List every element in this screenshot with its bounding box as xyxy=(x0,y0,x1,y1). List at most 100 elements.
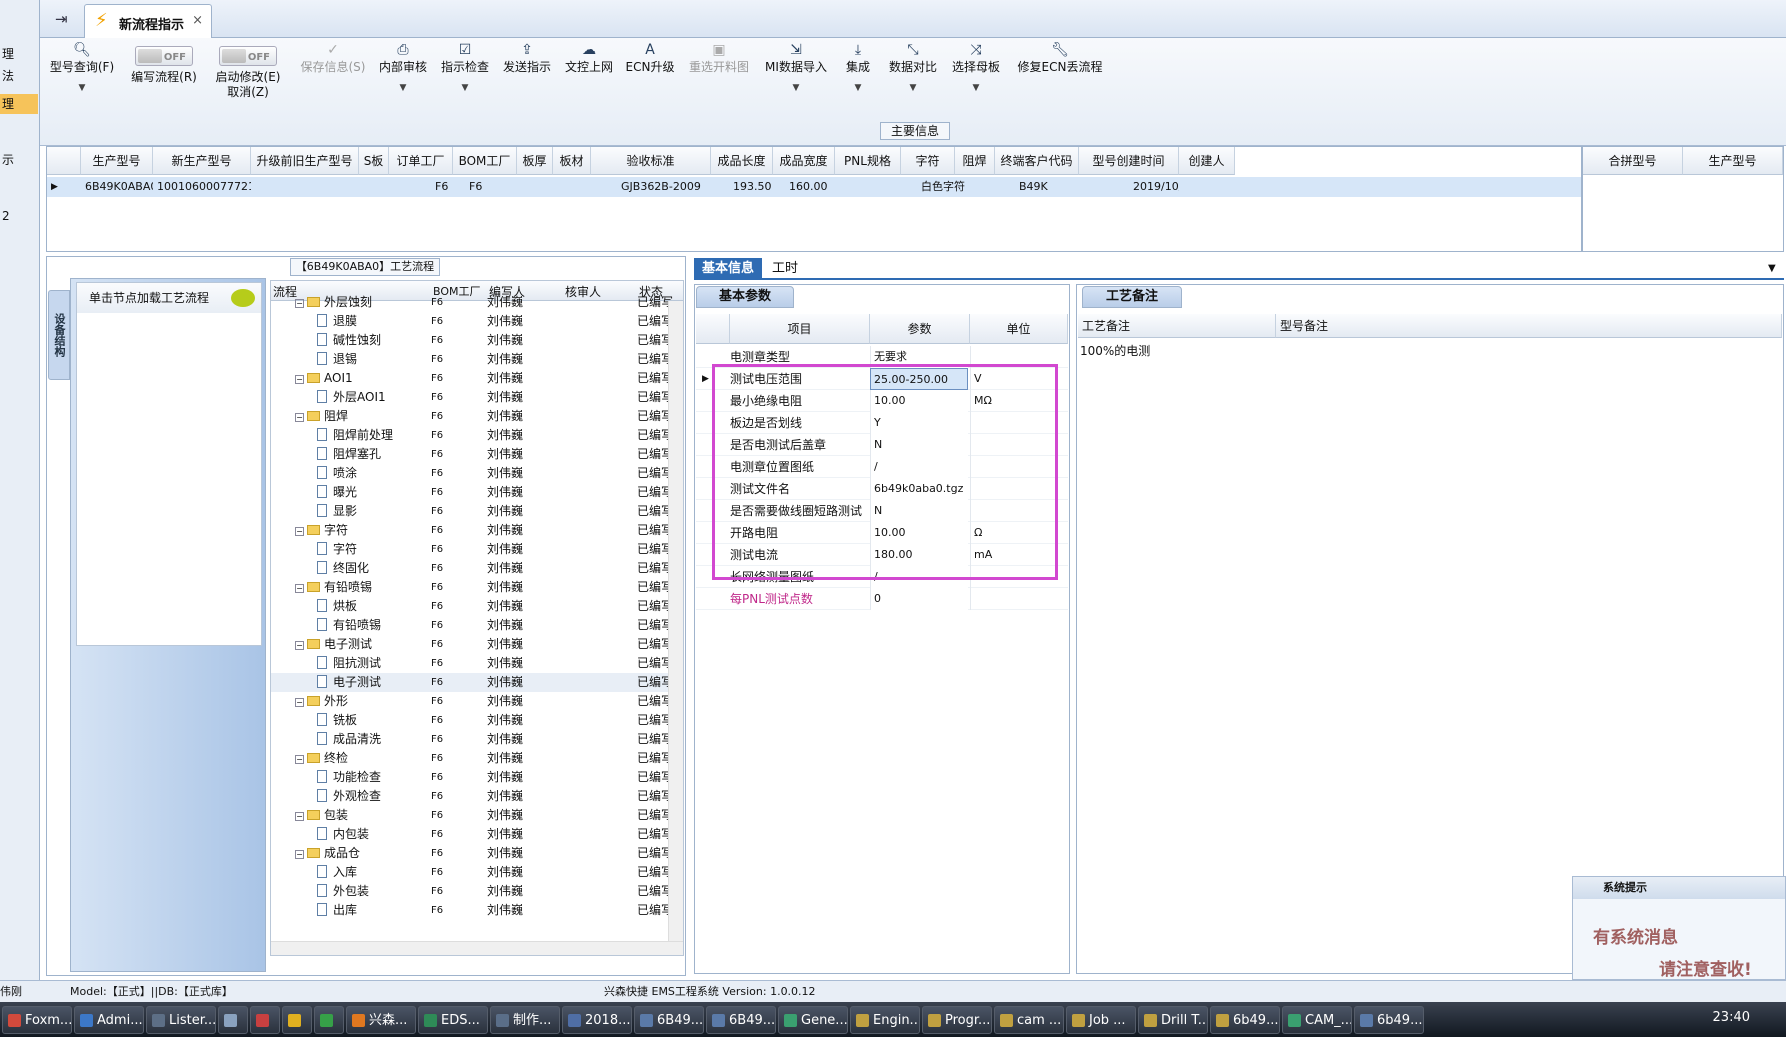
tree-node[interactable]: 喷涂 xyxy=(317,464,357,483)
tree-row[interactable]: 有铅喷锡 F6 刘伟巍 已编写 xyxy=(271,616,673,635)
device-structure-tab[interactable]: 设备结构 xyxy=(48,290,70,380)
tree-node[interactable]: 电子测试 xyxy=(317,673,381,692)
tree-node[interactable]: 终固化 xyxy=(317,559,369,578)
write-process-toggle[interactable]: OFF 编写流程(R) xyxy=(124,38,204,138)
param-value[interactable]: 0 xyxy=(870,588,968,610)
taskbar-item[interactable]: 6B49... xyxy=(634,1006,704,1034)
tree-row[interactable]: − 字符 F6 刘伟巍 已编写 xyxy=(271,521,673,540)
chevron-down-icon[interactable]: ▼ xyxy=(374,81,432,96)
tree-node[interactable]: 阻抗测试 xyxy=(317,654,381,673)
tree-node[interactable]: 碱性蚀刻 xyxy=(317,331,381,350)
taskbar-item[interactable]: Gene... xyxy=(778,1006,848,1034)
close-icon[interactable]: × xyxy=(192,13,203,28)
column-header[interactable]: 生产型号 xyxy=(81,147,153,175)
tree-row[interactable]: 喷涂 F6 刘伟巍 已编写 xyxy=(271,464,673,483)
tree-node[interactable]: − 电子测试 xyxy=(295,635,372,654)
column-header[interactable]: 新生产型号 xyxy=(153,147,251,175)
column-header[interactable]: 字符 xyxy=(901,147,955,175)
column-header[interactable]: 阻焊 xyxy=(955,147,995,175)
process-note-text[interactable]: 100%的电测 xyxy=(1080,342,1150,359)
tree-row[interactable]: 曝光 F6 刘伟巍 已编写 xyxy=(271,483,673,502)
chevron-down-icon[interactable]: ▼ xyxy=(836,81,880,96)
tree-row[interactable]: 终固化 F6 刘伟巍 已编写 xyxy=(271,559,673,578)
column-header[interactable]: 工艺备注 xyxy=(1078,314,1276,338)
grid-cell[interactable]: B49K xyxy=(995,177,1079,197)
taskbar-item[interactable]: EDS... xyxy=(418,1006,488,1034)
tree-node[interactable]: 内包装 xyxy=(317,825,369,844)
tree-node[interactable]: 曝光 xyxy=(317,483,357,502)
tree-node[interactable]: 阻焊前处理 xyxy=(317,426,393,445)
grid-cell[interactable]: 6B49K0ABA0 xyxy=(81,177,153,197)
start-modify-toggle[interactable]: OFF 启动修改(E) 取消(Z) xyxy=(208,38,288,138)
tree-node[interactable]: − 外层蚀刻 xyxy=(295,293,372,312)
chevron-down-icon[interactable]: ▼ xyxy=(1760,258,1784,280)
tab-labor-hours[interactable]: 工时 xyxy=(764,258,806,280)
column-header[interactable]: 创建人 xyxy=(1179,147,1235,175)
collapse-icon[interactable]: − xyxy=(295,755,304,764)
tree-row[interactable]: 阻抗测试 F6 刘伟巍 已编写 xyxy=(271,654,673,673)
tree-node[interactable]: 显影 xyxy=(317,502,357,521)
column-header[interactable]: S板 xyxy=(359,147,389,175)
taskbar-item[interactable] xyxy=(250,1006,280,1034)
chevron-down-icon[interactable]: ▼ xyxy=(46,81,118,96)
column-header[interactable]: 升级前旧生产型号 xyxy=(251,147,359,175)
tree-row[interactable]: − 外层蚀刻 F6 刘伟巍 已编写 xyxy=(271,293,673,312)
tree-vertical-scrollbar[interactable] xyxy=(668,301,683,941)
tree-row[interactable]: 字符 F6 刘伟巍 已编写 xyxy=(271,540,673,559)
column-header[interactable]: 项目 xyxy=(730,314,870,344)
grid-cell[interactable]: 10010600077721 xyxy=(153,177,251,197)
toggle-switch[interactable]: OFF xyxy=(135,46,193,66)
save-info-button[interactable]: ✓ 保存信息(S) xyxy=(294,38,372,138)
column-header[interactable]: 验收标准 xyxy=(591,147,711,175)
tree-row[interactable]: − 包装 F6 刘伟巍 已编写 xyxy=(271,806,673,825)
taskbar-item[interactable]: Drill T... xyxy=(1138,1006,1208,1034)
taskbar-item[interactable] xyxy=(314,1006,344,1034)
tree-node[interactable]: 阻焊塞孔 xyxy=(317,445,381,464)
repair-ecn-button[interactable]: 🔧︎ 修复ECN丢流程 xyxy=(1010,38,1110,138)
taskbar-item[interactable]: CAM_... xyxy=(1282,1006,1352,1034)
tree-row[interactable]: − 外形 F6 刘伟巍 已编写 xyxy=(271,692,673,711)
collapse-icon[interactable]: − xyxy=(295,413,304,422)
grid-corner[interactable] xyxy=(696,314,730,344)
instruction-check-button[interactable]: ☑ 指示检查 ▼ xyxy=(436,38,494,138)
tree-node[interactable]: 成品清洗 xyxy=(317,730,381,749)
grid-cell[interactable] xyxy=(835,177,901,197)
system-message-popup[interactable]: 系统提示 有系统消息 请注意查收! xyxy=(1572,876,1786,980)
tree-row[interactable]: 阻焊塞孔 F6 刘伟巍 已编写 xyxy=(271,445,673,464)
left-nav-item[interactable]: 法 xyxy=(0,66,38,86)
taskbar-item[interactable]: cam ... xyxy=(994,1006,1064,1034)
tree-row[interactable]: − 成品仓 F6 刘伟巍 已编写 xyxy=(271,844,673,863)
tree-horizontal-scrollbar[interactable] xyxy=(271,941,683,955)
tree-row[interactable]: − 终检 F6 刘伟巍 已编写 xyxy=(271,749,673,768)
tree-node[interactable]: − AOI1 xyxy=(295,369,353,388)
tree-row[interactable]: − 电子测试 F6 刘伟巍 已编写 xyxy=(271,635,673,654)
notes-header[interactable]: 工艺备注 xyxy=(1082,286,1182,308)
tree-node[interactable]: 入库 xyxy=(317,863,357,882)
tree-row[interactable]: 外观检查 F6 刘伟巍 已编写 xyxy=(271,787,673,806)
taskbar-item[interactable]: 6B49... xyxy=(706,1006,776,1034)
column-header[interactable]: 型号创建时间 xyxy=(1079,147,1179,175)
column-header[interactable]: 单位 xyxy=(970,314,1068,344)
taskbar-item[interactable]: 2018... xyxy=(562,1006,632,1034)
reselect-cutting-button[interactable]: ▣ 重选开料图 xyxy=(682,38,756,138)
column-header[interactable]: 参数 xyxy=(870,314,970,344)
tree-node[interactable]: 外包装 xyxy=(317,882,369,901)
tree-node[interactable]: 外观检查 xyxy=(317,787,381,806)
tree-row[interactable]: − AOI1 F6 刘伟巍 已编写 xyxy=(271,369,673,388)
tree-row[interactable]: 烘板 F6 刘伟巍 已编写 xyxy=(271,597,673,616)
tree-node[interactable]: 有铅喷锡 xyxy=(317,616,381,635)
send-instruction-button[interactable]: ⇪ 发送指示 xyxy=(498,38,556,138)
tab-new-process[interactable]: ⚡ 新流程指示 × xyxy=(84,4,212,38)
column-header[interactable]: 型号备注 xyxy=(1276,314,1782,338)
taskbar-item[interactable]: Progr... xyxy=(922,1006,992,1034)
tree-row[interactable]: 阻焊前处理 F6 刘伟巍 已编写 xyxy=(271,426,673,445)
param-row[interactable]: 每PNL测试点数 0 xyxy=(696,588,1068,610)
tree-node[interactable]: − 包装 xyxy=(295,806,348,825)
ecn-upgrade-button[interactable]: A ECN升级 xyxy=(622,38,678,138)
tree-row[interactable]: − 有铅喷锡 F6 刘伟巍 已编写 xyxy=(271,578,673,597)
tree-node[interactable]: 字符 xyxy=(317,540,357,559)
tree-node[interactable]: − 阻焊 xyxy=(295,407,348,426)
taskbar-item[interactable]: Foxm... xyxy=(2,1006,72,1034)
collapse-icon[interactable]: − xyxy=(295,850,304,859)
taskbar-item[interactable] xyxy=(282,1006,312,1034)
